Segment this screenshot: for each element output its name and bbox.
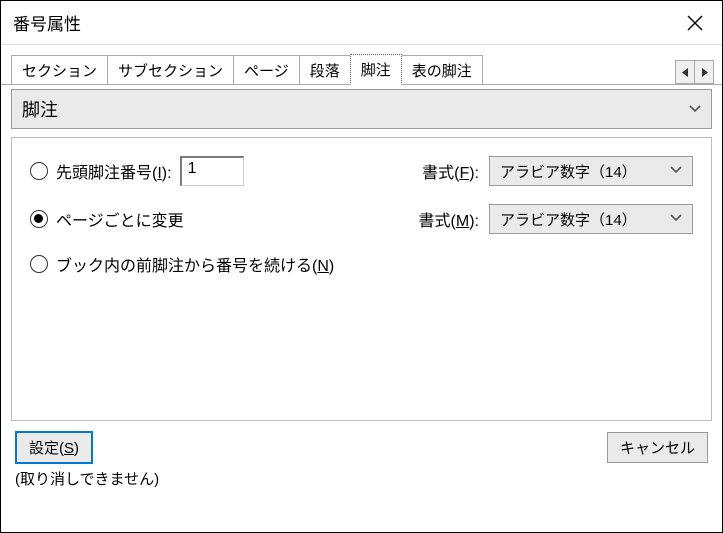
button-row: 設定(S) キャンセル — [1, 431, 722, 464]
tab-subsection[interactable]: サブセクション — [107, 55, 234, 84]
radio-continue[interactable] — [30, 255, 48, 273]
format-f-dropdown[interactable]: アラビア数字（14） — [489, 156, 693, 186]
format-m-value: アラビア数字（14） — [500, 209, 637, 230]
chevron-down-icon — [670, 213, 682, 225]
tab-nav — [676, 60, 714, 84]
close-icon — [687, 15, 703, 31]
tab-footnote[interactable]: 脚注 — [350, 54, 402, 85]
label-per-page: ページごとに変更 — [56, 207, 184, 231]
tab-tablefootnote[interactable]: 表の脚注 — [401, 55, 483, 84]
format-m-dropdown[interactable]: アラビア数字（14） — [489, 204, 693, 234]
triangle-left-icon — [682, 68, 689, 77]
tab-scroll-right[interactable] — [694, 60, 714, 84]
tab-section[interactable]: セクション — [11, 55, 108, 84]
chevron-down-icon — [670, 165, 682, 177]
row-continue: ブック内の前脚注から番号を続ける(N) — [30, 252, 693, 276]
triangle-right-icon — [701, 68, 708, 77]
set-button[interactable]: 設定(S) — [15, 431, 93, 464]
options-panel: 先頭脚注番号(I): 1 書式(F): アラビア数字（14） ページごとに変更 … — [11, 137, 712, 421]
radio-per-page[interactable] — [30, 210, 48, 228]
section-dropdown-label: 脚注 — [22, 96, 58, 122]
format-f-label: 書式(F): — [422, 159, 479, 183]
row-first-number: 先頭脚注番号(I): 1 書式(F): アラビア数字（14） — [30, 156, 693, 186]
titlebar: 番号属性 — [1, 1, 722, 45]
format-f-value: アラビア数字（14） — [500, 161, 637, 182]
row-per-page: ページごとに変更 書式(M): アラビア数字（14） — [30, 204, 693, 234]
label-continue: ブック内の前脚注から番号を続ける(N) — [56, 252, 334, 276]
label-first-number: 先頭脚注番号(I): — [56, 159, 172, 183]
undo-note: (取り消しできません) — [1, 464, 722, 493]
tab-scroll-left[interactable] — [675, 60, 695, 84]
first-number-field[interactable]: 1 — [180, 156, 244, 186]
section-dropdown[interactable]: 脚注 — [11, 89, 712, 129]
close-button[interactable] — [672, 3, 718, 43]
cancel-button[interactable]: キャンセル — [607, 432, 708, 463]
chevron-down-icon — [689, 102, 701, 116]
tab-paragraph[interactable]: 段落 — [299, 55, 351, 84]
window-title: 番号属性 — [13, 10, 81, 35]
radio-first-number[interactable] — [30, 162, 48, 180]
tab-row: セクション サブセクション ページ 段落 脚注 表の脚注 — [1, 45, 722, 85]
tab-page[interactable]: ページ — [233, 55, 300, 84]
format-m-label: 書式(M): — [419, 207, 479, 231]
